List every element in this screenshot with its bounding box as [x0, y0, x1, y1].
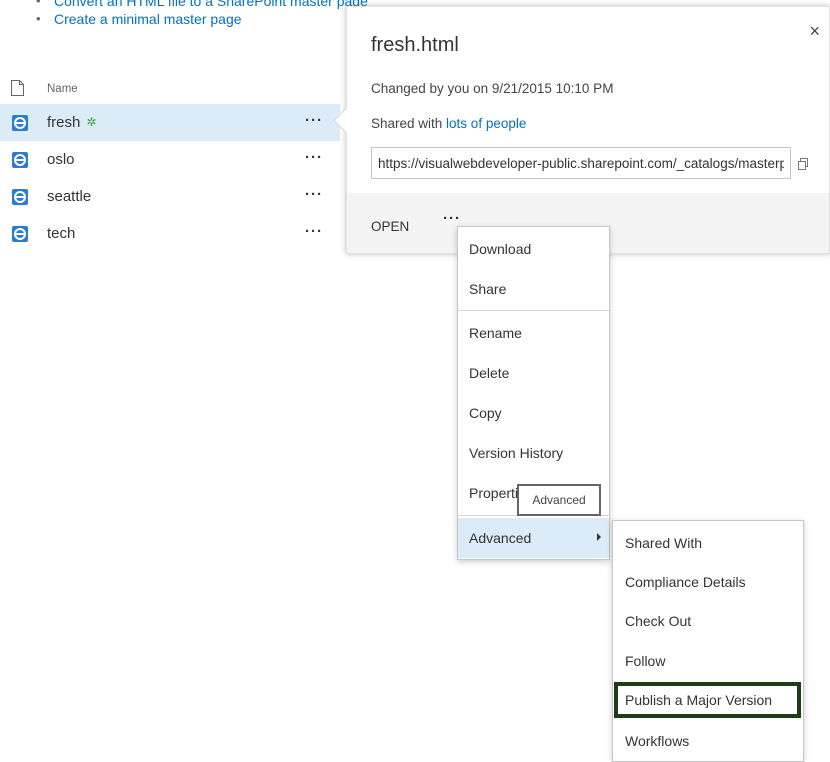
shared-info: Shared with lots of people	[371, 116, 526, 131]
more-options-button[interactable]: ···	[305, 223, 323, 240]
file-row-seattle[interactable]: seattle ···	[0, 178, 340, 215]
file-name[interactable]: oslo	[47, 151, 75, 168]
menu-separator	[458, 310, 609, 311]
more-actions-button[interactable]: ···	[443, 210, 461, 227]
file-row-tech[interactable]: tech ···	[0, 215, 340, 252]
more-options-button[interactable]: ···	[305, 149, 323, 166]
shared-prefix: Shared with	[371, 116, 447, 131]
bullet: •	[36, 11, 41, 26]
link-convert-html[interactable]: • Convert an HTML file to a SharePoint m…	[36, 0, 368, 10]
file-name[interactable]: seattle	[47, 188, 91, 205]
menu-item-share[interactable]: Share	[458, 269, 609, 309]
more-options-button[interactable]: ···	[305, 186, 323, 203]
link-create-minimal-master-label[interactable]: Create a minimal master page	[54, 10, 242, 28]
file-callout: fresh.html × Changed by you on 9/21/2015…	[346, 6, 830, 254]
menu-item-delete[interactable]: Delete	[458, 353, 609, 393]
file-row-oslo[interactable]: oslo ···	[0, 141, 340, 178]
file-row-fresh[interactable]: fresh ✲ ···	[0, 104, 340, 141]
file-list: Name fresh ✲ ··· oslo ··· seattle ··· te…	[0, 74, 340, 252]
open-button[interactable]: OPEN	[371, 219, 409, 234]
advanced-submenu: Shared With Compliance Details Check Out…	[612, 520, 804, 762]
file-url-field[interactable]	[371, 147, 791, 179]
file-name-text[interactable]: fresh	[47, 114, 80, 131]
changed-info: Changed by you on 9/21/2015 10:10 PM	[371, 81, 614, 96]
submenu-item-check-out[interactable]: Check Out	[613, 601, 803, 641]
submenu-item-publish-major-version[interactable]: Publish a Major Version	[614, 682, 801, 718]
link-convert-html-label[interactable]: Convert an HTML file to a SharePoint mas…	[54, 0, 368, 10]
menu-item-rename[interactable]: Rename	[458, 313, 609, 353]
column-header-name[interactable]: Name	[47, 83, 78, 95]
bullet: •	[36, 0, 41, 8]
document-type-icon[interactable]	[11, 80, 24, 101]
more-options-button[interactable]: ···	[305, 112, 323, 129]
menu-item-advanced[interactable]: Advanced	[458, 518, 609, 558]
list-header: Name	[0, 74, 340, 104]
related-links: • Convert an HTML file to a SharePoint m…	[36, 0, 368, 28]
file-name[interactable]: tech	[47, 225, 75, 242]
html-file-icon	[11, 225, 29, 243]
menu-item-version-history[interactable]: Version History	[458, 433, 609, 473]
submenu-arrow-icon	[597, 533, 601, 541]
submenu-item-workflows[interactable]: Workflows	[613, 721, 803, 761]
link-create-minimal-master[interactable]: • Create a minimal master page	[36, 10, 368, 28]
submenu-item-follow[interactable]: Follow	[613, 641, 803, 681]
tooltip: Advanced	[517, 484, 601, 516]
copy-icon[interactable]	[798, 157, 808, 175]
new-item-icon: ✲	[86, 115, 97, 129]
file-name[interactable]: fresh ✲	[47, 114, 96, 131]
html-file-icon	[11, 114, 29, 132]
callout-title: fresh.html	[371, 34, 459, 56]
shared-with-link[interactable]: lots of people	[446, 116, 526, 131]
menu-item-download[interactable]: Download	[458, 229, 609, 269]
menu-item-advanced-label: Advanced	[469, 530, 532, 546]
html-file-icon	[11, 151, 29, 169]
menu-item-copy[interactable]: Copy	[458, 393, 609, 433]
html-file-icon	[11, 188, 29, 206]
submenu-item-compliance-details[interactable]: Compliance Details	[613, 562, 803, 602]
close-icon[interactable]: ×	[809, 21, 820, 42]
submenu-item-shared-with[interactable]: Shared With	[613, 523, 803, 563]
